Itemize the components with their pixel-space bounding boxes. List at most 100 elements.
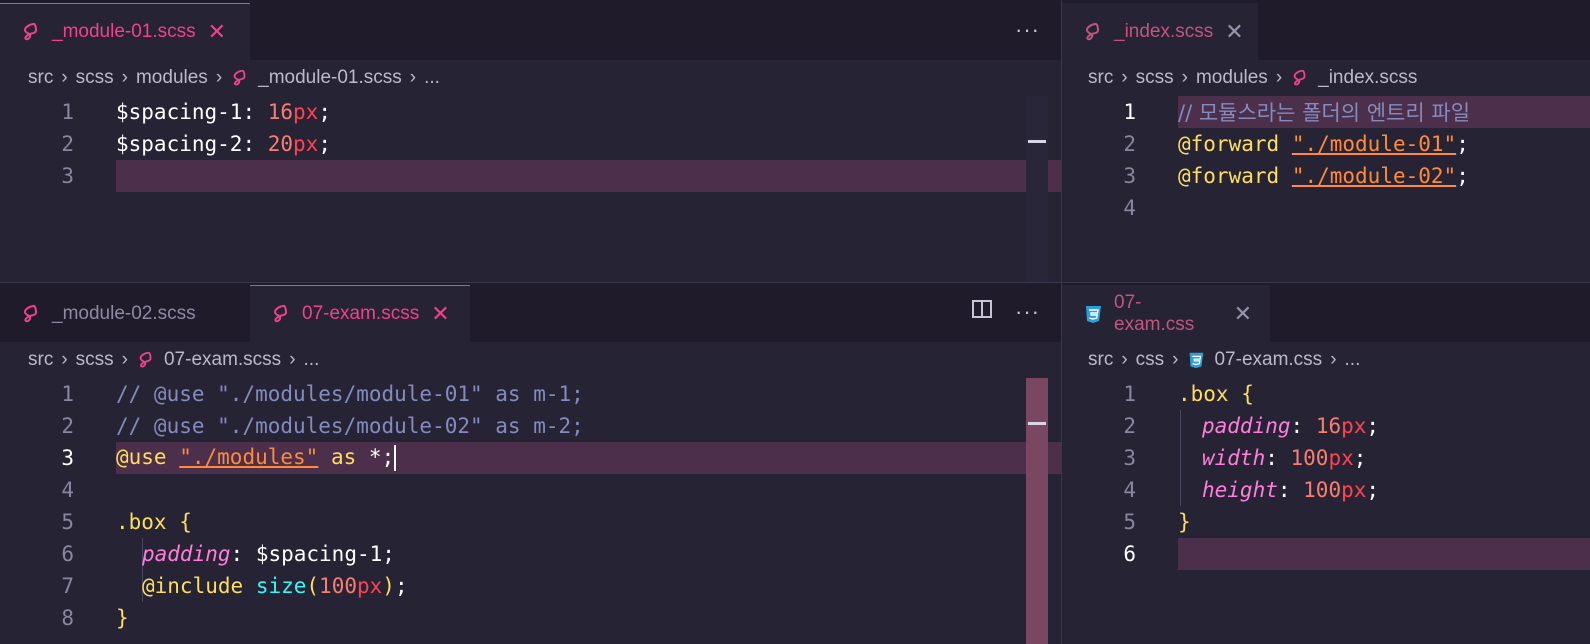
tab-module-02[interactable]: _module-02.scss: [0, 285, 250, 342]
breadcrumb-item[interactable]: ...: [304, 349, 320, 371]
line-number: 3: [61, 446, 74, 470]
chevron-right-icon: ›: [1121, 67, 1128, 88]
code-line: 6: [1062, 538, 1590, 570]
close-icon[interactable]: ✕: [1234, 301, 1252, 327]
scrollbar[interactable]: [1026, 96, 1048, 282]
line-number: 6: [61, 542, 74, 566]
split-editor-icon[interactable]: [971, 298, 993, 326]
current-line-highlight: [1178, 538, 1590, 570]
close-icon[interactable]: ✕: [208, 19, 226, 45]
chevron-right-icon: ›: [409, 67, 417, 88]
code-editor[interactable]: 1 // 모듈스라는 폴더의 엔트리 파일 2 @forward "./modu…: [1062, 96, 1590, 282]
code-line: 2 @forward "./module-01";: [1062, 128, 1590, 160]
line-number: 5: [1123, 510, 1136, 534]
editor-actions: ···: [993, 0, 1040, 60]
breadcrumb-item[interactable]: modules: [1196, 67, 1268, 89]
chevron-right-icon: ›: [61, 349, 68, 370]
breadcrumb-item[interactable]: _index.scss: [1318, 67, 1417, 89]
sass-icon: [1290, 68, 1310, 88]
breadcrumb-item[interactable]: src: [28, 67, 53, 89]
scrollbar[interactable]: [1026, 378, 1048, 644]
code-line: 4: [1062, 192, 1590, 224]
breadcrumb: src › scss › modules › _index.scss: [1088, 64, 1417, 92]
tab-module-01[interactable]: _module-01.scss ✕: [0, 3, 250, 60]
current-line-highlight: [116, 160, 1062, 192]
breadcrumb-item[interactable]: _module-01.scss: [258, 67, 402, 89]
line-number: 1: [1123, 382, 1136, 406]
code-line: 3 width: 100px;: [1062, 442, 1590, 474]
breadcrumb: src › css › 07-exam.css › ...: [1088, 346, 1360, 374]
editor-actions: ···: [949, 282, 1040, 342]
code-editor[interactable]: 1 $spacing-1: 16px; 2 $spacing-2: 20px; …: [0, 96, 1062, 282]
tab-bar: _module-01.scss ✕ ···: [0, 0, 1062, 60]
more-actions-icon[interactable]: ···: [1015, 299, 1040, 325]
tab-label: _module-02.scss: [52, 302, 196, 324]
breadcrumb: src › scss › modules › _module-01.scss ›…: [28, 64, 440, 92]
sass-icon: [270, 303, 292, 325]
breadcrumb-item[interactable]: scss: [76, 67, 114, 89]
tab-07-exam-scss[interactable]: 07-exam.scss ✕: [250, 285, 470, 342]
breadcrumb-item[interactable]: scss: [1136, 67, 1174, 89]
editor-group-bottom-left: _module-02.scss 07-exam.scss ✕ ··· src ›…: [0, 282, 1062, 644]
tab-label: 07-exam.css: [1114, 291, 1195, 335]
line-number: 3: [1123, 446, 1136, 470]
code-line: 3: [0, 160, 1062, 192]
chevron-right-icon: ›: [121, 67, 128, 88]
editor-group-bottom-right: 07-exam.css ✕ src › css › 07-exam.css › …: [1062, 282, 1590, 644]
tab-bar: _index.scss ✕: [1062, 0, 1590, 60]
code-line: 7 @include size(100px);: [0, 570, 1062, 602]
code-line: 5 }: [1062, 506, 1590, 538]
breadcrumb-item[interactable]: ...: [424, 67, 440, 89]
chevron-right-icon: ›: [61, 67, 68, 88]
breadcrumb-item[interactable]: ...: [1345, 349, 1361, 371]
tab-label: _index.scss: [1114, 20, 1214, 42]
tab-index[interactable]: _index.scss ✕: [1062, 3, 1258, 60]
code-line: 2 $spacing-2: 20px;: [0, 128, 1062, 160]
breadcrumb-item[interactable]: src: [1088, 349, 1113, 371]
chevron-right-icon: ›: [1121, 349, 1128, 370]
code-line: 1 // @use "./modules/module-01" as m-1;: [0, 378, 1062, 410]
breadcrumb-item[interactable]: scss: [76, 349, 114, 371]
code-line: 4: [0, 474, 1062, 506]
breadcrumb-item[interactable]: 07-exam.css: [1214, 349, 1322, 371]
css-icon: [1082, 303, 1104, 325]
code-line: 1 $spacing-1: 16px;: [0, 96, 1062, 128]
code-line: 2 // @use "./modules/module-02" as m-2;: [0, 410, 1062, 442]
scroll-marker: [1028, 140, 1046, 143]
tab-07-exam-css[interactable]: 07-exam.css ✕: [1062, 285, 1270, 342]
code-editor[interactable]: 1 .box { 2 padding: 16px; 3 width: 100px…: [1062, 378, 1590, 644]
tab-bar: _module-02.scss 07-exam.scss ✕ ···: [0, 282, 1062, 342]
text-cursor: [394, 445, 397, 471]
code-line: 1 // 모듈스라는 폴더의 엔트리 파일: [1062, 96, 1590, 128]
more-actions-icon[interactable]: ···: [1015, 17, 1040, 43]
tab-label: _module-01.scss: [52, 21, 196, 42]
chevron-right-icon: ›: [1181, 67, 1188, 88]
close-icon[interactable]: ✕: [431, 301, 449, 327]
scrollbar-thumb[interactable]: [1026, 378, 1048, 644]
close-icon[interactable]: ✕: [1225, 19, 1243, 45]
line-number: 4: [1123, 478, 1136, 502]
sass-icon: [230, 68, 250, 88]
editor-group-top-left: _module-01.scss ✕ ··· src › scss › modul…: [0, 0, 1062, 282]
code-editor[interactable]: 1 // @use "./modules/module-01" as m-1; …: [0, 378, 1062, 644]
sass-icon: [1082, 21, 1104, 43]
editor-group-top-right: _index.scss ✕ src › scss › modules › _in…: [1062, 0, 1590, 282]
code-line: 2 padding: 16px;: [1062, 410, 1590, 442]
tab-bar: 07-exam.css ✕: [1062, 282, 1590, 342]
line-number: 2: [1123, 132, 1136, 156]
line-number: 2: [61, 414, 74, 438]
pane-divider-vertical[interactable]: [1061, 0, 1062, 644]
line-number: 4: [61, 478, 74, 502]
code-line: 3 @forward "./module-02";: [1062, 160, 1590, 192]
tab-label: 07-exam.scss: [302, 303, 420, 324]
line-number: 5: [61, 510, 74, 534]
line-number: 4: [1123, 196, 1136, 220]
breadcrumb-item[interactable]: css: [1136, 349, 1165, 371]
code-line: 3 @use "./modules" as *;: [0, 442, 1062, 474]
breadcrumb-item[interactable]: src: [1088, 67, 1113, 89]
breadcrumb-item[interactable]: 07-exam.scss: [164, 349, 281, 371]
chevron-right-icon: ›: [1275, 67, 1283, 88]
breadcrumb-item[interactable]: modules: [136, 67, 208, 89]
pane-divider-horizontal[interactable]: [0, 282, 1590, 283]
breadcrumb-item[interactable]: src: [28, 349, 53, 371]
